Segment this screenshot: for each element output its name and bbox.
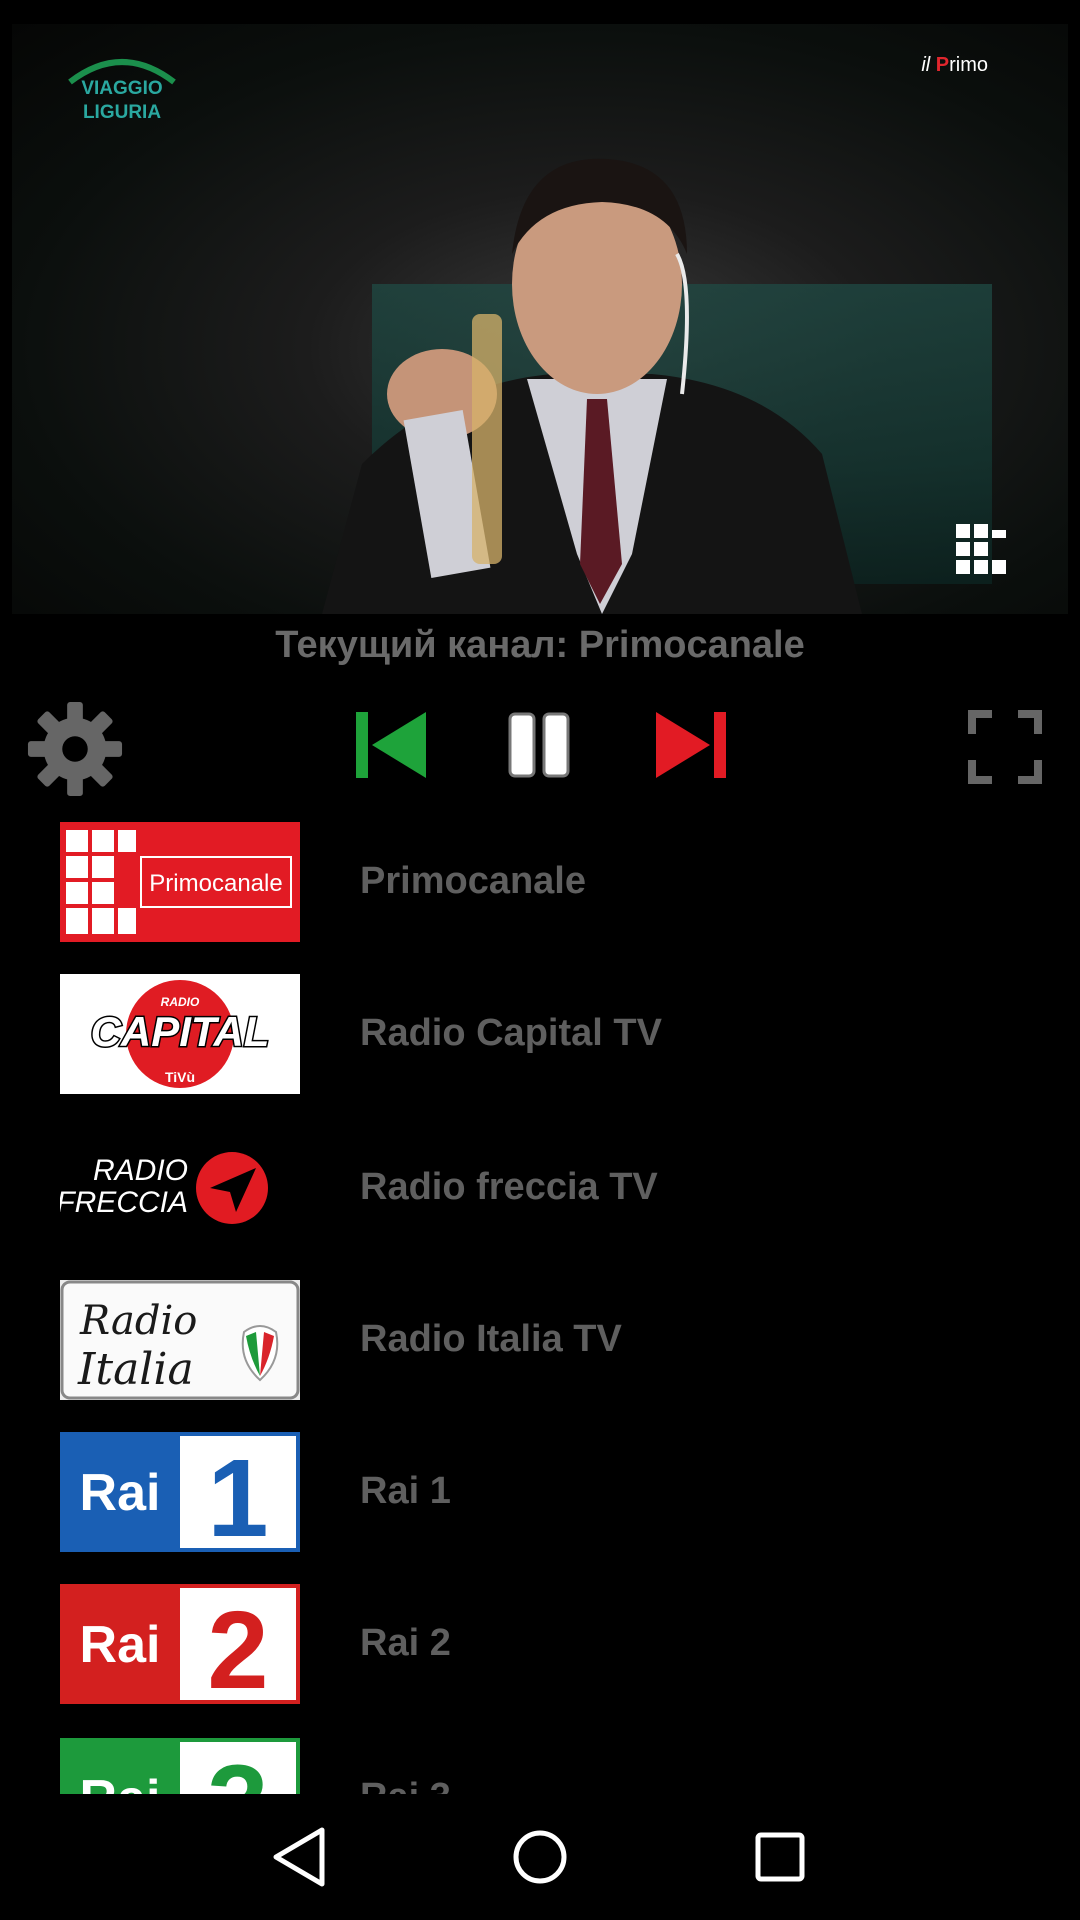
skip-previous-icon[interactable] xyxy=(356,712,426,778)
svg-text:FRECCIA: FRECCIA xyxy=(60,1186,188,1219)
channel-item-radio-capital-tv[interactable]: RADIO CAPITAL TiVù Radio Capital TV xyxy=(0,970,1080,1096)
radio-capital-logo: RADIO CAPITAL TiVù xyxy=(60,974,300,1094)
svg-text:1: 1 xyxy=(207,1437,268,1552)
channel-name: Rai 2 xyxy=(360,1622,451,1664)
svg-text:CAPITAL: CAPITAL xyxy=(91,1008,270,1055)
back-triangle-icon[interactable] xyxy=(264,1822,334,1892)
channel-name: Radio Capital TV xyxy=(360,1012,662,1054)
svg-text:Rai: Rai xyxy=(80,1464,161,1522)
rai2-logo: Rai 2 xyxy=(60,1584,300,1704)
rai3-logo: Rai 3 xyxy=(60,1738,300,1794)
skip-next-icon[interactable] xyxy=(656,712,726,778)
channel-item-radio-italia-tv[interactable]: Radio Italia Radio Italia TV xyxy=(0,1276,1080,1402)
recents-square-icon[interactable] xyxy=(745,1822,815,1892)
channel-item-rai-2[interactable]: Rai 2 Rai 2 xyxy=(0,1580,1080,1706)
channel-item-radio-freccia-tv[interactable]: RADIO FRECCIA Radio freccia TV xyxy=(0,1124,1080,1250)
video-frame-person xyxy=(322,158,862,614)
svg-text:3: 3 xyxy=(207,1743,268,1794)
svg-text:Radio: Radio xyxy=(79,1298,197,1344)
channel-item-primocanale[interactable]: Primocanale Primocanale xyxy=(0,818,1080,944)
home-circle-icon[interactable] xyxy=(505,1822,575,1892)
svg-text:2: 2 xyxy=(207,1589,268,1704)
primocanale-watermark-icon xyxy=(956,524,1006,574)
channel-name: Primocanale xyxy=(360,860,586,902)
primocanale-logo: Primocanale xyxy=(60,822,300,942)
svg-text:LIGURIA: LIGURIA xyxy=(83,102,161,123)
fullscreen-icon[interactable] xyxy=(968,710,1042,784)
gear-icon[interactable] xyxy=(26,700,124,798)
svg-text:Rai: Rai xyxy=(80,1770,161,1794)
svg-text:RADIO: RADIO xyxy=(93,1154,188,1187)
rai1-logo: Rai 1 xyxy=(60,1432,300,1552)
channel-item-rai-1[interactable]: Rai 1 Rai 1 xyxy=(0,1428,1080,1554)
svg-text:TiVù: TiVù xyxy=(165,1069,195,1085)
channel-name: Radio Italia TV xyxy=(360,1318,622,1360)
svg-text:VIAGGIO: VIAGGIO xyxy=(81,78,162,99)
svg-text:Italia: Italia xyxy=(77,1344,194,1395)
radio-freccia-logo: RADIO FRECCIA xyxy=(60,1128,300,1248)
svg-text:Rai: Rai xyxy=(80,1616,161,1674)
channel-name: Rai 1 xyxy=(360,1470,451,1512)
radio-italia-logo: Radio Italia xyxy=(60,1280,300,1400)
channel-name: Radio freccia TV xyxy=(360,1166,658,1208)
svg-text:RADIO: RADIO xyxy=(161,995,200,1009)
system-navigation-bar xyxy=(0,1794,1080,1920)
current-channel-label: Текущий канал: Primocanale xyxy=(275,624,805,666)
viaggio-liguria-logo: VIAGGIO LIGURIA xyxy=(68,59,176,123)
channel-item-rai-3[interactable]: Rai 3 Rai 3 xyxy=(0,1734,1080,1794)
video-player[interactable]: VIAGGIO LIGURIA il Primo xyxy=(12,24,1068,614)
svg-text:Primocanale: Primocanale xyxy=(149,870,282,897)
pause-icon[interactable] xyxy=(508,712,570,778)
player-controls xyxy=(0,690,1080,800)
il-primo-logo: il Primo xyxy=(921,54,988,76)
status-bar xyxy=(0,0,1080,24)
channel-name: Rai 3 xyxy=(360,1734,451,1794)
channel-list[interactable]: Primocanale Primocanale RADIO CAPITAL Ti… xyxy=(0,818,1080,1794)
